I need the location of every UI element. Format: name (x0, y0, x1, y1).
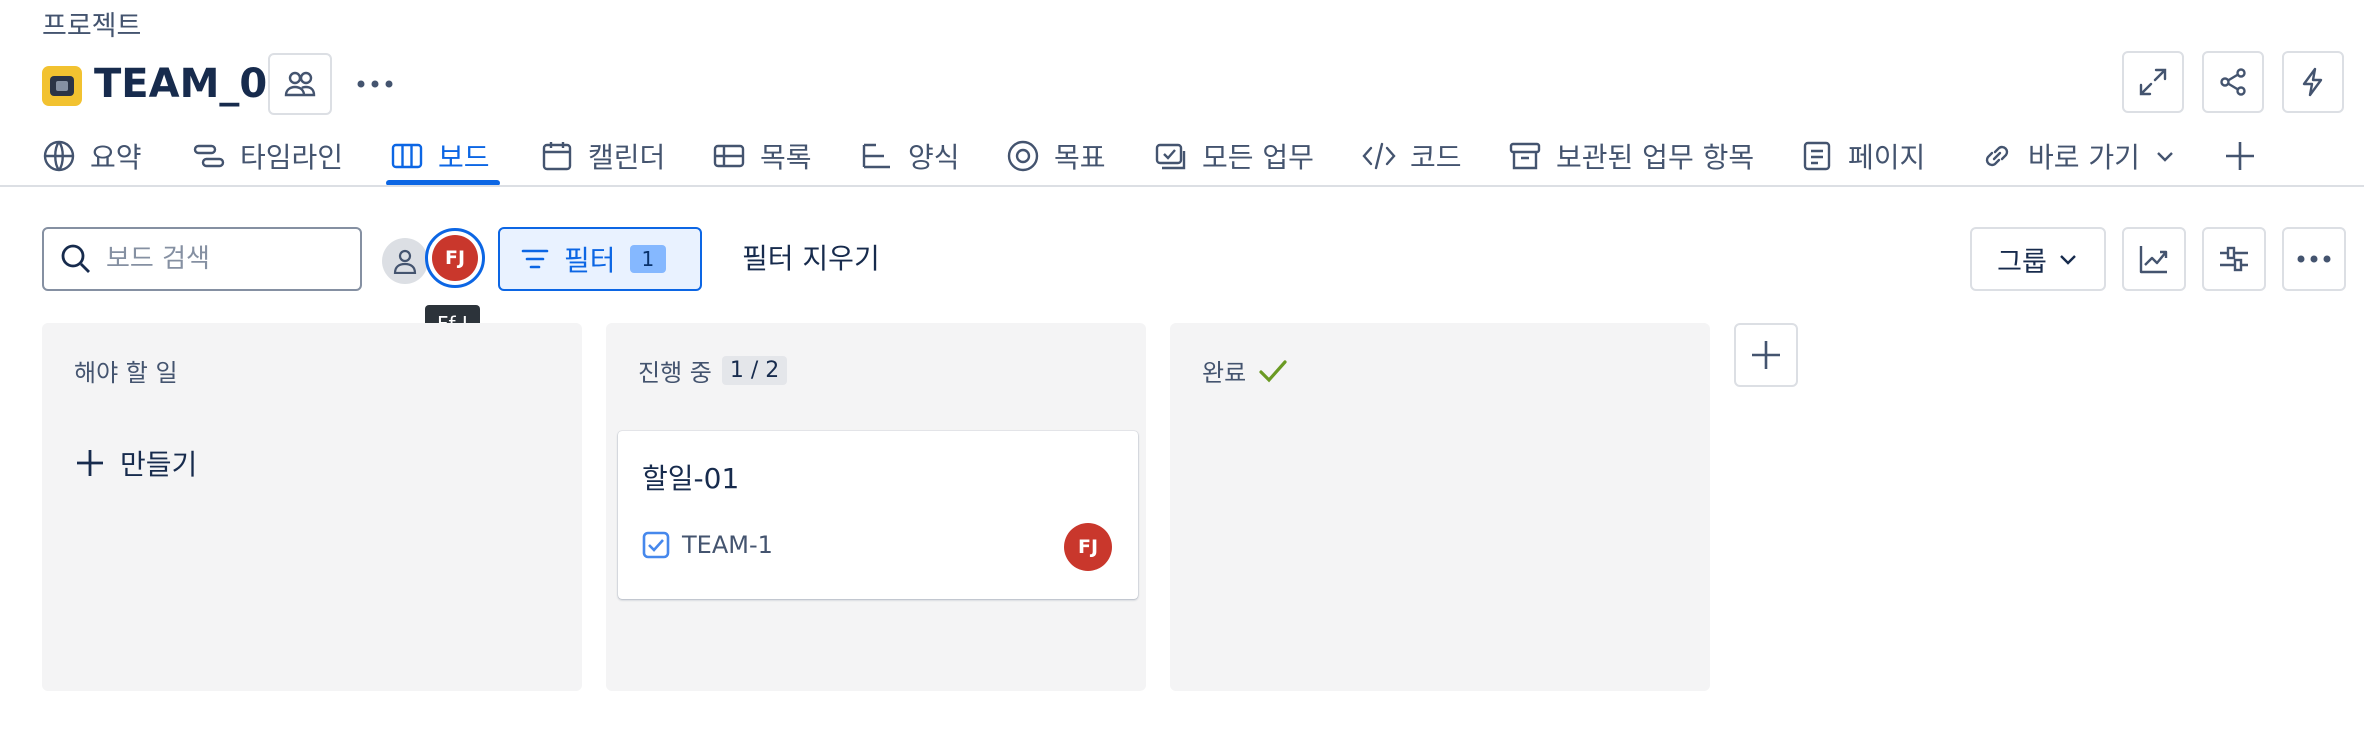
calendar-icon (542, 142, 572, 171)
tab-all-work[interactable]: 모든 업무 (1154, 136, 1314, 176)
tab-shortcuts[interactable]: 바로 가기 (1980, 136, 2176, 176)
archive-icon (1509, 142, 1541, 170)
project-briefcase-icon (42, 66, 82, 106)
create-issue-button[interactable]: 만들기 (74, 443, 197, 483)
page-icon (1803, 141, 1831, 171)
column-header: 진행 중 1 / 2 (638, 353, 788, 388)
share-button[interactable] (2202, 51, 2264, 113)
task-checkbox-icon (642, 531, 670, 559)
board-search[interactable] (42, 227, 362, 291)
share-icon (2220, 68, 2246, 96)
group-by-button[interactable]: 그룹 (1970, 227, 2106, 291)
list-icon (713, 144, 745, 168)
automation-button[interactable] (2282, 51, 2344, 113)
column-header: 완료 (1202, 353, 1290, 388)
column-title: 진행 중 (638, 359, 712, 387)
code-icon (1362, 142, 1396, 170)
tab-label: 캘린더 (588, 141, 666, 174)
plus-icon (2226, 142, 2254, 170)
filter-count-badge: 1 (629, 245, 667, 273)
person-icon (393, 249, 417, 274)
tab-timeline[interactable]: 타임라인 (192, 136, 343, 176)
issue-card[interactable]: 할일-01 TEAM-1 FJ (618, 431, 1138, 599)
avatar: FJ (432, 235, 478, 281)
tab-list[interactable]: 목록 (712, 136, 812, 176)
column-header: 해야 할 일 (74, 353, 178, 388)
card-title: 할일-01 (642, 462, 740, 495)
lightning-icon (2302, 67, 2323, 97)
tab-label: 코드 (1410, 141, 1462, 174)
column-count-badge: 1 / 2 (721, 356, 788, 385)
tab-board[interactable]: 보드 (390, 136, 490, 176)
breadcrumb[interactable]: 프로젝트 (42, 10, 141, 44)
tab-code[interactable]: 코드 (1362, 136, 1462, 176)
add-tab-button[interactable] (2222, 138, 2258, 174)
card-assignee-avatar[interactable]: FJ (1064, 523, 1112, 571)
card-key: TEAM-1 (642, 531, 773, 559)
filter-icon (521, 249, 549, 269)
plus-icon (77, 450, 103, 476)
link-icon (1985, 145, 2009, 167)
tab-pages[interactable]: 페이지 (1800, 136, 1925, 176)
tab-label: 목록 (760, 141, 812, 174)
clear-filters-button[interactable]: 필터 지우기 (742, 240, 880, 278)
create-label: 만들기 (120, 448, 198, 481)
filter-label: 필터 (564, 244, 616, 277)
search-icon (61, 244, 90, 273)
tab-label: 보관된 업무 항목 (1556, 141, 1755, 174)
tab-label: 양식 (908, 141, 960, 174)
chevron-down-icon (2059, 255, 2076, 265)
view-settings-button[interactable] (2202, 227, 2266, 291)
column-title: 완료 (1202, 359, 1247, 387)
expand-icon (2139, 68, 2167, 96)
column-in-progress: 진행 중 1 / 2 할일-01 TEAM-1 FJ (606, 323, 1146, 691)
all-work-icon (1155, 143, 1186, 170)
globe-icon (43, 140, 75, 172)
insights-button[interactable] (2122, 227, 2186, 291)
board-icon (391, 143, 423, 169)
project-more-button[interactable] (350, 53, 400, 115)
fullscreen-button[interactable] (2122, 51, 2184, 113)
tab-archived[interactable]: 보관된 업무 항목 (1508, 136, 1754, 176)
tab-label: 목표 (1054, 141, 1106, 174)
checkmark-icon (1259, 359, 1287, 382)
tab-label: 타임라인 (240, 141, 344, 174)
filter-button[interactable]: 필터 1 (498, 227, 702, 291)
plus-icon (1752, 341, 1780, 369)
people-icon (284, 71, 316, 97)
tab-label: 요약 (90, 141, 142, 174)
project-title: TEAM_01 (94, 61, 296, 107)
column-todo: 해야 할 일 만들기 (42, 323, 582, 691)
tab-label: 모든 업무 (1202, 141, 1314, 174)
team-members-button[interactable] (268, 53, 332, 115)
unassigned-avatar[interactable] (382, 238, 428, 284)
board-more-button[interactable] (2282, 227, 2346, 291)
tab-form[interactable]: 양식 (860, 136, 960, 176)
more-horizontal-icon (2297, 255, 2331, 263)
more-horizontal-icon (357, 80, 393, 88)
search-input[interactable] (106, 244, 336, 274)
tab-goals[interactable]: 목표 (1006, 136, 1106, 176)
tab-label: 바로 가기 (2028, 141, 2140, 174)
tab-summary[interactable]: 요약 (42, 136, 142, 176)
add-column-button[interactable] (1734, 323, 1798, 387)
group-label: 그룹 (1997, 246, 2047, 278)
user-avatar-filter[interactable]: FJ (425, 228, 485, 288)
settings-sliders-icon (2220, 246, 2248, 272)
tabs-divider (0, 185, 2364, 187)
trend-chart-icon (2139, 246, 2168, 274)
form-icon (862, 143, 890, 169)
tab-label: 보드 (438, 141, 490, 174)
timeline-icon (193, 144, 225, 168)
column-title: 해야 할 일 (74, 359, 178, 387)
chevron-down-icon (2157, 152, 2173, 162)
goal-icon (1007, 140, 1039, 172)
tab-label: 페이지 (1848, 141, 1926, 174)
column-done: 완료 (1170, 323, 1710, 691)
issue-key[interactable]: TEAM-1 (682, 531, 773, 559)
tab-calendar[interactable]: 캘린더 (540, 136, 665, 176)
